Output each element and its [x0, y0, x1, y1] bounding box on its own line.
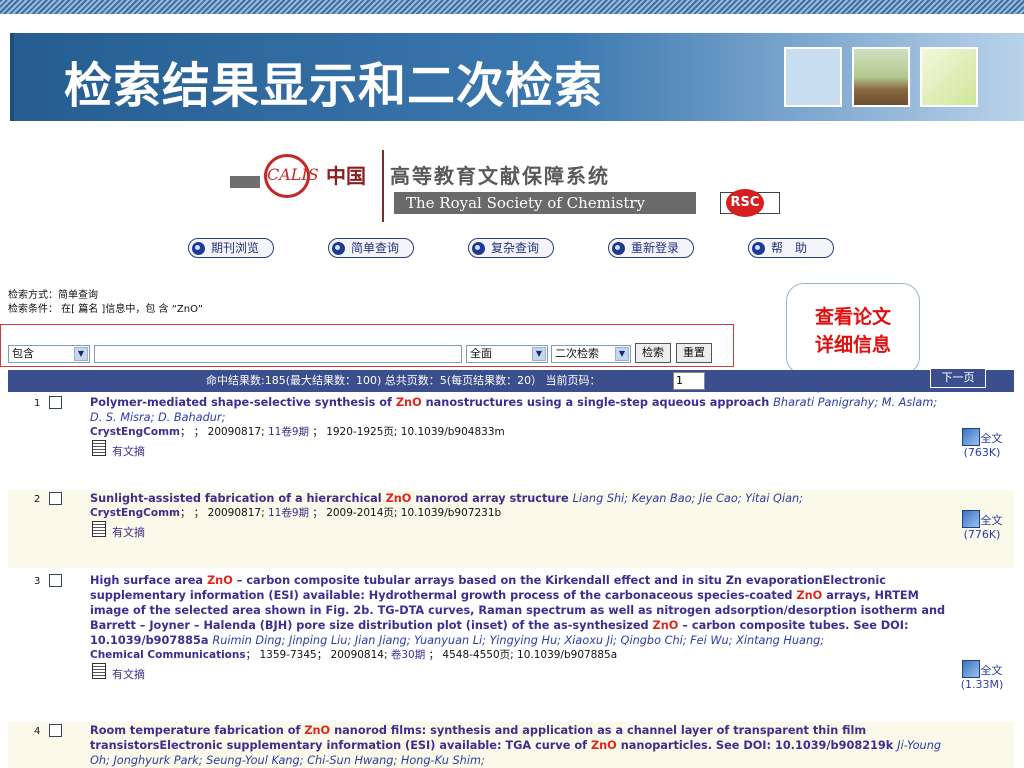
- abstract-link[interactable]: 有文摘: [90, 521, 950, 540]
- result-source: CrystEngComm； ； 20090817; 11卷9期 ； 1920-1…: [90, 426, 505, 438]
- search-criteria: 检索方式：简单查询 检索条件： 在[ 篇名 ]信息中，包 含 “ZnO”: [8, 289, 203, 317]
- result-checkbox[interactable]: [49, 492, 62, 505]
- fulltext-link[interactable]: 全文 (763K): [952, 428, 1012, 459]
- result-title-link[interactable]: Sunlight-assisted fabrication of a hiera…: [90, 492, 573, 505]
- nav-dot-icon: [192, 242, 205, 255]
- logo-bar: [230, 176, 260, 188]
- issue-link[interactable]: 卷30期: [391, 649, 425, 661]
- result-checkbox[interactable]: [49, 724, 62, 737]
- pdf-icon: [961, 660, 980, 678]
- fulltext-size: (763K): [963, 446, 1001, 459]
- header-thumbnail-blank: [784, 47, 842, 107]
- journal-link[interactable]: CrystEngComm: [90, 426, 180, 438]
- nav-label: 重新登录: [631, 241, 680, 255]
- results-summary: 命中结果数:185(最大结果数：100) 总共页数：5(每页结果数：20） 当前…: [206, 374, 601, 387]
- annotation-callout: 查看论文 详细信息: [786, 283, 920, 375]
- callout-line-2: 详细信息: [814, 334, 891, 356]
- chevron-down-icon: ▼: [532, 347, 546, 361]
- scope-select[interactable]: 全面 ▼: [466, 345, 548, 363]
- result-item: 2 Sunlight-assisted fabrication of a hie…: [8, 490, 1014, 568]
- abstract-link[interactable]: 有文摘: [90, 440, 950, 459]
- calis-rsc-logo: CALIS 中国 高等教育文献保障系统 The Royal Society of…: [230, 150, 790, 226]
- result-authors[interactable]: Ruimin Ding; Jinping Liu; Jian Jiang; Yu…: [212, 634, 824, 647]
- search-mode-text: 检索方式：简单查询: [8, 290, 98, 301]
- result-source: Chemical Communications； 1359-7345； 2009…: [90, 649, 618, 661]
- leaf-image: [920, 47, 978, 107]
- search-condition-text: 检索条件： 在[ 篇名 ]信息中，包 含 “ZnO”: [8, 304, 203, 315]
- document-icon: [92, 663, 106, 679]
- search-mode-value: 二次检索: [555, 347, 599, 360]
- nav-label: 简单查询: [351, 241, 400, 255]
- issue-link[interactable]: 11卷9期: [268, 426, 309, 438]
- nav-label: 帮 助: [771, 241, 808, 255]
- scope-value: 全面: [470, 347, 492, 360]
- document-icon: [92, 440, 106, 456]
- nav-dot-icon: [472, 242, 485, 255]
- nav-dot-icon: [752, 242, 765, 255]
- callout-line-1: 查看论文: [814, 306, 891, 328]
- operator-select[interactable]: 包含 ▼: [8, 345, 90, 363]
- document-icon: [92, 521, 106, 537]
- nav-help-button[interactable]: 帮 助: [748, 238, 834, 258]
- search-button[interactable]: 检索: [635, 343, 671, 363]
- seedling-image: [852, 47, 910, 107]
- nav-simple-search-button[interactable]: 简单查询: [328, 238, 414, 258]
- issue-link[interactable]: 11卷9期: [268, 507, 309, 519]
- result-checkbox[interactable]: [49, 396, 62, 409]
- result-number: 2: [34, 494, 41, 505]
- nav-advanced-search-button[interactable]: 复杂查询: [468, 238, 554, 258]
- logo-country: 中国: [326, 164, 366, 188]
- journal-link[interactable]: CrystEngComm: [90, 507, 180, 519]
- fulltext-link[interactable]: 全文 (776K): [952, 510, 1012, 541]
- nav-journal-browse-button[interactable]: 期刊浏览: [188, 238, 274, 258]
- results-summary-bar: 命中结果数:185(最大结果数：100) 总共页数：5(每页结果数：20） 当前…: [8, 368, 1014, 392]
- abstract-link[interactable]: 有文摘: [90, 663, 950, 682]
- fulltext-link[interactable]: 全文 (1.33M): [952, 660, 1012, 691]
- result-item: 3 High surface area ZnO – carbon composi…: [8, 572, 1014, 716]
- result-authors[interactable]: Liang Shi; Keyan Bao; Jie Cao; Yitai Qia…: [573, 492, 803, 505]
- result-number: 1: [34, 398, 41, 409]
- nav-relogin-button[interactable]: 重新登录: [608, 238, 694, 258]
- pdf-icon: [961, 510, 980, 528]
- result-item: 1 Polymer-mediated shape-selective synth…: [8, 394, 1014, 486]
- result-body: Polymer-mediated shape-selective synthes…: [90, 395, 950, 459]
- result-checkbox[interactable]: [49, 574, 62, 587]
- chevron-down-icon: ▼: [615, 347, 629, 361]
- result-source: CrystEngComm； ； 20090817; 11卷9期 ； 2009-2…: [90, 507, 502, 519]
- search-input[interactable]: [94, 345, 462, 363]
- calis-mark: CALIS: [264, 154, 319, 198]
- next-page-button[interactable]: 下一页: [930, 368, 986, 388]
- result-title-link[interactable]: Room temperature fabrication of ZnO nano…: [90, 724, 897, 752]
- result-title-link[interactable]: Polymer-mediated shape-selective synthes…: [90, 396, 773, 409]
- rsc-logo: RSC: [726, 189, 764, 217]
- nav-label: 期刊浏览: [211, 241, 260, 255]
- fulltext-size: (1.33M): [960, 678, 1004, 691]
- header-stripe: [0, 0, 1024, 14]
- logo-system-name: 高等教育文献保障系统: [390, 164, 610, 188]
- nav-dot-icon: [332, 242, 345, 255]
- nav-dot-icon: [612, 242, 625, 255]
- result-number: 3: [34, 576, 41, 587]
- slide-title: 检索结果显示和二次检索: [64, 58, 604, 114]
- nav-label: 复杂查询: [491, 241, 540, 255]
- result-number: 4: [34, 726, 41, 737]
- reset-button[interactable]: 重置: [676, 343, 712, 363]
- result-body: Sunlight-assisted fabrication of a hiera…: [90, 491, 950, 540]
- page-number-input[interactable]: 1: [673, 372, 705, 390]
- operator-value: 包含: [12, 347, 34, 360]
- fulltext-size: (776K): [963, 528, 1001, 541]
- result-item: 4 Room temperature fabrication of ZnO na…: [8, 722, 1014, 768]
- result-body: Room temperature fabrication of ZnO nano…: [90, 723, 950, 768]
- chevron-down-icon: ▼: [74, 347, 88, 361]
- pdf-icon: [961, 428, 980, 446]
- logo-divider: [382, 150, 384, 222]
- journal-link[interactable]: Chemical Communications: [90, 649, 246, 661]
- result-body: High surface area ZnO – carbon composite…: [90, 573, 950, 682]
- logo-publisher-name: The Royal Society of Chemistry: [394, 192, 696, 214]
- search-mode-select[interactable]: 二次检索 ▼: [551, 345, 631, 363]
